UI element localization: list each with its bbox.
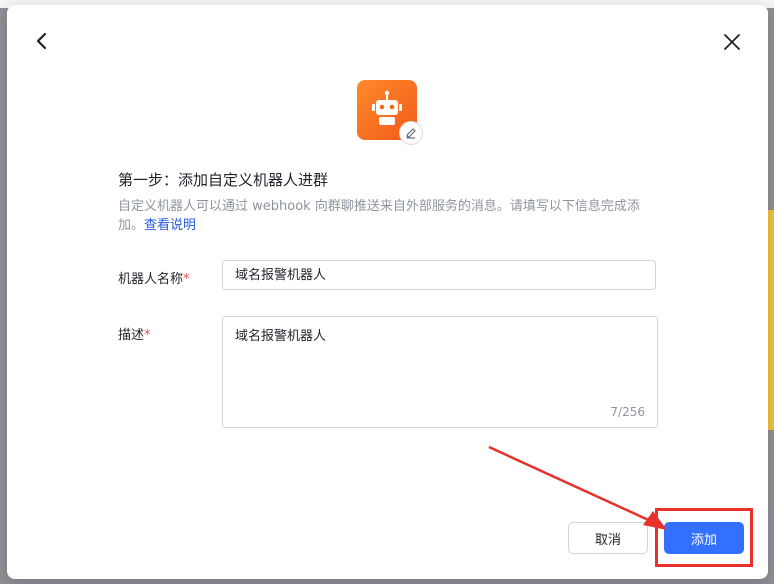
cancel-button[interactable]: 取消 (568, 522, 648, 554)
char-counter: 7/256 (610, 405, 645, 419)
required-mark: * (183, 272, 190, 287)
description-value: 域名报警机器人 (235, 329, 327, 344)
name-label: 机器人名称* (118, 268, 190, 287)
required-mark: * (144, 328, 151, 343)
highlight-box (655, 508, 753, 567)
step-title: 第一步：添加自定义机器人进群 (118, 171, 329, 189)
description-label-text: 描述 (118, 328, 145, 343)
close-button[interactable] (719, 29, 745, 55)
description-label: 描述* (118, 324, 151, 343)
chevron-left-icon (36, 32, 47, 50)
bot-name-input[interactable]: 域名报警机器人 (222, 260, 656, 290)
back-button[interactable] (31, 27, 53, 55)
add-bot-dialog: 第一步：添加自定义机器人进群 自定义机器人可以通过 webhook 向群聊推送来… (7, 5, 768, 579)
bot-description-textarea[interactable]: 域名报警机器人 7/256 (222, 316, 658, 428)
background-app-edge (768, 210, 774, 430)
name-label-text: 机器人名称 (118, 272, 184, 287)
edit-avatar-button[interactable] (399, 121, 423, 145)
description-body: 自定义机器人可以通过 webhook 向群聊推送来自外部服务的消息。请填写以下信… (118, 199, 640, 233)
close-icon (724, 34, 740, 50)
help-link[interactable]: 查看说明 (144, 218, 196, 233)
pencil-icon (406, 128, 416, 139)
description-text: 自定义机器人可以通过 webhook 向群聊推送来自外部服务的消息。请填写以下信… (118, 197, 658, 235)
